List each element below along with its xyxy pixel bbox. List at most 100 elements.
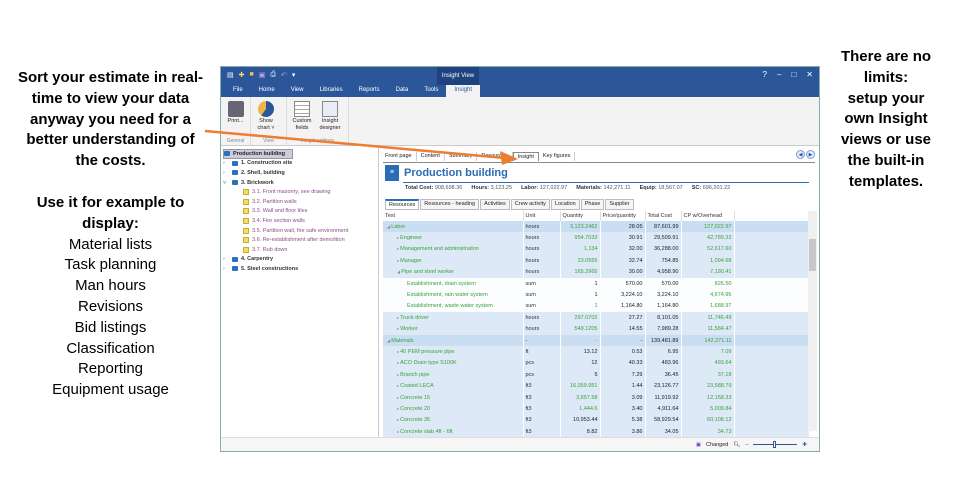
tree-item[interactable]: 3.1. Front masonry, see drawing [223, 187, 378, 197]
show-chart-button[interactable]: Show chart ˅ [255, 99, 277, 132]
vertical-scrollbar[interactable] [808, 211, 817, 431]
menu-tab-data[interactable]: Data [388, 85, 417, 97]
cell-price: 7.29 [600, 369, 646, 381]
chevron-right-icon[interactable]: › [223, 266, 229, 272]
minimize-icon[interactable]: – [777, 70, 781, 79]
customize-icon[interactable]: ▾ [292, 71, 296, 79]
tree-root[interactable]: Production building [223, 149, 293, 159]
tab-summary[interactable]: Summary [445, 152, 478, 161]
tree-item[interactable]: 3.3. Wall and floor tiles [223, 207, 378, 217]
table-row[interactable]: ▸ Concrete slab 4ft - 6ft ft3 8.82 3.86 34.0… [383, 426, 810, 438]
chevron-right-icon[interactable]: › [223, 170, 229, 176]
subtab-activities[interactable]: Activities [480, 199, 510, 210]
menu-tab-home[interactable]: Home [251, 85, 283, 97]
chevron-right-icon[interactable]: › [223, 256, 229, 262]
table-row[interactable]: ▸ Engineer hours 954.7033 30.91 29,509.91 42,… [383, 232, 810, 244]
tab-key-figures[interactable]: Key figures [539, 152, 576, 161]
table-row[interactable]: ▸ Concrete 15 ft3 3,857.58 3.09 11,919.92 12,… [383, 391, 810, 404]
menu-tab-view[interactable]: View [283, 85, 312, 97]
use-case-item: Task planning [64, 256, 157, 274]
table-row[interactable]: ▸ Management and administration hours 1,13… [383, 243, 810, 256]
cell-spacer [734, 323, 810, 335]
cell-text: ▸ ACO Drain type S100K [383, 357, 524, 370]
subtab-resources-heading[interactable]: Resources - heading [420, 199, 480, 210]
help-icon[interactable]: ? [763, 70, 767, 79]
table-row[interactable]: ▸ Concrete 35 ft3 10,953.44 5.38 58,929.54 60… [383, 414, 810, 427]
cell-price: 27.27 [600, 312, 646, 324]
tab-insight[interactable]: Insight [512, 152, 539, 161]
chevron-down-icon[interactable]: ˅ [223, 180, 229, 186]
menu-tab-file[interactable]: File [225, 85, 251, 97]
tree-item[interactable]: 3.6. Re-establishment after demolition [223, 235, 378, 245]
zoom-in-button[interactable]: ✚ [802, 442, 807, 448]
back-icon[interactable]: ◀ [796, 150, 805, 159]
menu-tab-reports[interactable]: Reports [351, 85, 388, 97]
table-row[interactable]: ▸ ACO Drain type S100K pcs 12 40.33 483.96 49… [383, 357, 810, 370]
column-header[interactable]: Text [383, 211, 524, 221]
table-row[interactable]: ▸ Concrete 20 ft3 1,444.6 3.40 4,911.64 5,009… [383, 403, 810, 415]
menu-tab-tools[interactable]: Tools [416, 85, 446, 97]
table-row[interactable]: Establishment, drain system sum 1 570.00 570… [383, 277, 810, 290]
zoom-slider[interactable] [753, 441, 798, 448]
undo-icon[interactable]: ↶ [281, 71, 287, 79]
tree-item[interactable]: › 2. Shell, building [223, 168, 378, 178]
table-row[interactable]: ◢ Materials - - -139,481.89 142,271.11 [383, 334, 810, 347]
cell-total: 3,224.10 [645, 289, 682, 301]
save-icon[interactable]: ▣ [259, 71, 266, 79]
tree-item[interactable]: › 5. Steel constructions [223, 264, 378, 274]
summary-item: Materials: 142,271.11 [576, 185, 630, 191]
subtab-phase[interactable]: Phase [580, 199, 605, 210]
cell-quantity: - [560, 334, 601, 347]
tree-item[interactable]: 3.5. Partition wall, fire safe environme… [223, 226, 378, 236]
cell-price: 3.86 [600, 426, 646, 438]
table-row[interactable]: ▸ Coated LECA ft3 16,059.951 1.44 23,126.77 2… [383, 380, 810, 392]
tree-item-label: 3.5. Partition wall, fire safe environme… [252, 227, 349, 234]
close-icon[interactable]: ✕ [806, 70, 813, 79]
open-icon[interactable]: ■ [250, 71, 254, 79]
forward-icon[interactable]: ▶ [806, 150, 815, 159]
insight-designer-button[interactable]: Insight designer [319, 99, 341, 132]
tree-item[interactable]: 3.2. Partition walls [223, 197, 378, 207]
new-icon[interactable]: ✚ [239, 71, 245, 79]
zoom-icon[interactable]: 🔍︎ [733, 442, 740, 448]
zoom-out-button[interactable]: – [745, 442, 748, 448]
custom-fields-button[interactable]: Custom fields [291, 99, 313, 132]
tab-front-page[interactable]: Front page [381, 152, 417, 161]
print-icon[interactable]: ⎙ [270, 71, 276, 79]
tree-item[interactable]: 3.4. Fire section walls [223, 216, 378, 226]
subtab-supplier[interactable]: Supplier [605, 199, 634, 210]
cell-text: ◢ Materials [383, 334, 524, 347]
tab-resources[interactable]: Resources [477, 152, 513, 161]
column-header[interactable]: Quantity [560, 211, 601, 221]
subtab-location[interactable]: Location [550, 199, 580, 210]
table-row[interactable]: ◢ Labor hours 3,123.2462 28.05 87,601.99 127,… [383, 221, 810, 233]
menu-tab-libraries[interactable]: Libraries [312, 85, 351, 97]
table-row[interactable]: ◢ Pipe and steel worker hours 165.2965 30.0… [383, 266, 810, 278]
cell-cp-overhead: 127,022.97 [681, 221, 735, 233]
subtab-resources[interactable]: Resources [385, 199, 420, 210]
tree-item[interactable]: › 4. Carpentry [223, 255, 378, 265]
table-row[interactable]: ▸ 40 PEM pressure pipe ft 13.12 0.53 6.95 7.0… [383, 346, 810, 358]
table-row[interactable]: Establishment, waste water system sum 1 1,1… [383, 300, 810, 313]
cell-quantity: 10,953.44 [560, 414, 601, 427]
tree-item[interactable]: › 1. Construction site [223, 159, 378, 169]
table-row[interactable]: ▸ Manager hours 23.0555 32.74 754.85 1,094.68 [383, 255, 810, 267]
table-row[interactable]: ▸ Branch pipe pcs 5 7.29 36.45 37.18 [383, 369, 810, 381]
table-row[interactable]: ▸ Worker hours 549.1205 14.55 7,989.28 11,584… [383, 323, 810, 335]
tab-content[interactable]: Content [417, 152, 445, 161]
column-header[interactable]: Price/quantity [600, 211, 646, 221]
print-button[interactable]: Print... [225, 99, 246, 125]
subtab-crew-activity[interactable]: Crew activity [510, 199, 550, 210]
tree-item[interactable]: ˅ 3. Brickwork [223, 178, 378, 188]
tree-item[interactable]: 3.7. Rub down [223, 245, 378, 255]
column-header[interactable]: CP w/Overhead [681, 211, 735, 221]
chevron-right-icon[interactable]: › [223, 160, 229, 166]
column-header[interactable]: Unit [523, 211, 561, 221]
status-bar: ▣ Changed 🔍︎ – ✚ [221, 437, 819, 451]
maximize-icon[interactable]: □ [791, 70, 796, 79]
column-header[interactable]: Total Cost [645, 211, 682, 221]
table-row[interactable]: Establishment, rain water system sum 1 3,22… [383, 289, 810, 301]
cell-spacer [734, 221, 810, 233]
menu-tab-insight[interactable]: Insight [446, 85, 481, 97]
table-row[interactable]: ▸ Truck driver hours 297.0702 27.27 8,101.05… [383, 312, 810, 324]
